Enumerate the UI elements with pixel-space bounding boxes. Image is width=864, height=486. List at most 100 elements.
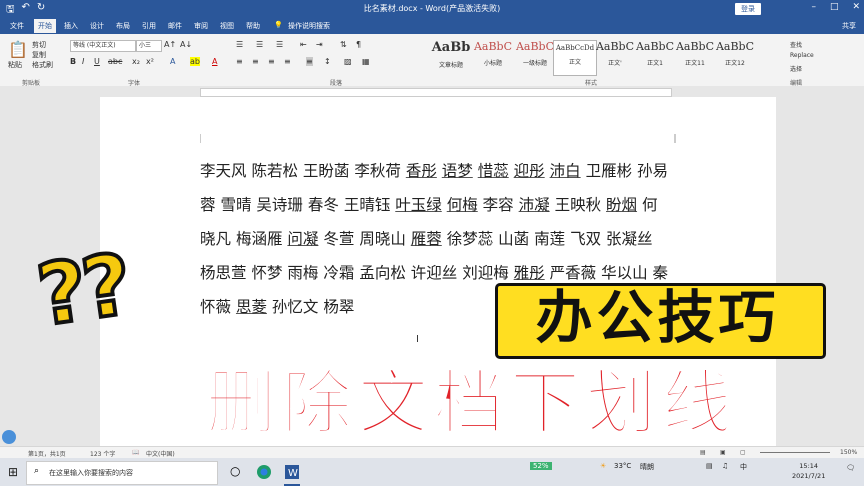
tab-review[interactable]: 审阅	[194, 21, 208, 31]
copy-button[interactable]: 复制	[32, 50, 46, 60]
style-item-selected[interactable]: AaBbCcDd 正文	[553, 40, 597, 76]
zoom-level[interactable]: 150%	[840, 449, 857, 456]
document-name-word[interactable]: 冬萱	[323, 230, 354, 248]
replace-button[interactable]: Replace	[790, 52, 814, 59]
document-name-word[interactable]: 香彤	[406, 162, 437, 180]
document-name-word[interactable]: 何梅	[447, 196, 478, 214]
borders-icon[interactable]: ▦	[362, 57, 370, 66]
read-mode-icon[interactable]: ▤	[700, 449, 706, 456]
document-name-word[interactable]: 沛白	[550, 162, 581, 180]
word-count[interactable]: 123 个字	[90, 449, 115, 458]
font-size-select[interactable]: 小三	[136, 40, 162, 52]
style-item[interactable]: AaBbC 正文12	[714, 40, 756, 74]
vertical-ruler[interactable]	[0, 97, 12, 446]
document-name-word[interactable]: 李容	[483, 196, 514, 214]
document-name-word[interactable]: 山菡	[498, 230, 529, 248]
document-name-word[interactable]: 严香薇	[550, 264, 597, 282]
network-icon[interactable]: ▤	[706, 462, 713, 470]
select-button[interactable]: 选择	[790, 64, 802, 73]
temperature[interactable]: 33°C	[614, 462, 631, 470]
login-button[interactable]: 登录	[735, 3, 761, 15]
style-item[interactable]: AaBbC 小标题	[472, 40, 514, 74]
document-name-word[interactable]: 飞双	[570, 230, 601, 248]
document-name-word[interactable]: 秦	[653, 264, 669, 282]
line-spacing-icon[interactable]: ↕	[324, 57, 331, 66]
weather-status[interactable]: 晴朗	[640, 462, 654, 472]
document-name-word[interactable]: 雪晴	[220, 196, 251, 214]
align-right-icon[interactable]: ≡	[268, 57, 275, 66]
document-name-word[interactable]: 春冬	[308, 196, 339, 214]
document-name-word[interactable]: 卫雁彬	[586, 162, 633, 180]
taskbar-search[interactable]: ⌕ 在这里输入你要搜索的内容	[26, 461, 218, 485]
document-name-word[interactable]: 杨翠	[323, 298, 354, 316]
document-name-word[interactable]: 孙忆文	[272, 298, 319, 316]
language-status[interactable]: 中文(中国)	[146, 449, 175, 458]
font-color-icon[interactable]: A	[212, 57, 217, 66]
document-name-word[interactable]: 冷霜	[323, 264, 354, 282]
document-name-word[interactable]: 陈若松	[251, 162, 298, 180]
ime-indicator[interactable]: 中	[740, 462, 747, 472]
font-name-select[interactable]: 等线 (中文正文)	[70, 40, 136, 52]
notifications-icon[interactable]: 🗨	[846, 464, 855, 472]
system-clock[interactable]: 15:14 2021/7/21	[792, 461, 825, 481]
document-name-word[interactable]: 怀梦	[251, 264, 282, 282]
bold-icon[interactable]: B	[70, 57, 76, 66]
document-name-word[interactable]: 南莲	[534, 230, 565, 248]
task-view-icon[interactable]: ○	[230, 464, 246, 480]
document-name-word[interactable]: 问凝	[287, 230, 318, 248]
document-name-word[interactable]: 王映秋	[555, 196, 602, 214]
document-name-word[interactable]: 王晴钰	[344, 196, 391, 214]
document-name-word[interactable]: 李天风	[200, 162, 247, 180]
document-name-word[interactable]: 王盼菡	[303, 162, 350, 180]
edge-browser-icon[interactable]	[256, 464, 272, 480]
cut-button[interactable]: 剪切	[32, 40, 46, 50]
tell-me-search[interactable]: 操作说明搜索	[288, 21, 330, 31]
format-painter-button[interactable]: 格式刷	[32, 60, 53, 70]
document-name-word[interactable]: 周晓山	[359, 230, 406, 248]
paste-icon[interactable]: 📋	[8, 40, 28, 59]
horizontal-ruler[interactable]	[0, 86, 864, 97]
scroll-top-icon[interactable]	[2, 430, 16, 444]
document-name-word[interactable]: 华以山	[601, 264, 648, 282]
shading-icon[interactable]: ▨	[344, 57, 352, 66]
superscript-icon[interactable]: x²	[146, 57, 154, 66]
document-name-word[interactable]: 李秋荷	[354, 162, 401, 180]
underline-icon[interactable]: U	[94, 57, 100, 66]
tab-help[interactable]: 帮助	[246, 21, 260, 31]
document-name-word[interactable]: 杨思萱	[200, 264, 247, 282]
word-app-icon[interactable]: W	[284, 464, 300, 480]
tab-mailings[interactable]: 邮件	[168, 21, 182, 31]
share-button[interactable]: 共享	[842, 21, 856, 31]
numbering-icon[interactable]: ☰	[256, 40, 263, 49]
style-item[interactable]: AaBbC 一级标题	[514, 40, 556, 74]
tab-file[interactable]: 文件	[10, 21, 24, 31]
document-name-word[interactable]: 盼烟	[606, 196, 637, 214]
decrease-indent-icon[interactable]: ⇤	[300, 40, 307, 49]
style-item[interactable]: AaBbC 正文1	[634, 40, 676, 74]
shrink-font-icon[interactable]: A↓	[180, 40, 192, 49]
document-name-word[interactable]: 雁蓉	[411, 230, 442, 248]
document-name-word[interactable]: 叶玉绿	[395, 196, 442, 214]
find-button[interactable]: 查找	[790, 40, 802, 49]
document-name-word[interactable]: 许迎丝	[411, 264, 458, 282]
sort-icon[interactable]: ⇅	[340, 40, 347, 49]
minimize-icon[interactable]: –	[811, 2, 816, 12]
document-name-word[interactable]: 徐梦蕊	[447, 230, 494, 248]
tab-layout[interactable]: 布局	[116, 21, 130, 31]
document-name-word[interactable]: 思菱	[236, 298, 267, 316]
subscript-icon[interactable]: x₂	[132, 57, 140, 66]
document-name-word[interactable]: 雨梅	[287, 264, 318, 282]
style-item[interactable]: AaBb 文章标题	[430, 40, 472, 74]
document-name-word[interactable]: 孟向松	[359, 264, 406, 282]
increase-indent-icon[interactable]: ⇥	[316, 40, 323, 49]
document-name-word[interactable]: 雅彤	[514, 264, 545, 282]
justify-icon[interactable]: ≡	[284, 57, 291, 66]
proofing-icon[interactable]: 📖	[132, 449, 139, 456]
maximize-icon[interactable]: □	[830, 2, 839, 12]
italic-icon[interactable]: I	[82, 57, 84, 66]
document-name-word[interactable]: 张凝丝	[606, 230, 653, 248]
paste-button[interactable]: 粘贴	[8, 60, 22, 70]
text-effects-icon[interactable]: A	[170, 57, 175, 66]
document-name-word[interactable]: 惜蕊	[478, 162, 509, 180]
highlight-icon[interactable]: ab	[190, 57, 200, 66]
